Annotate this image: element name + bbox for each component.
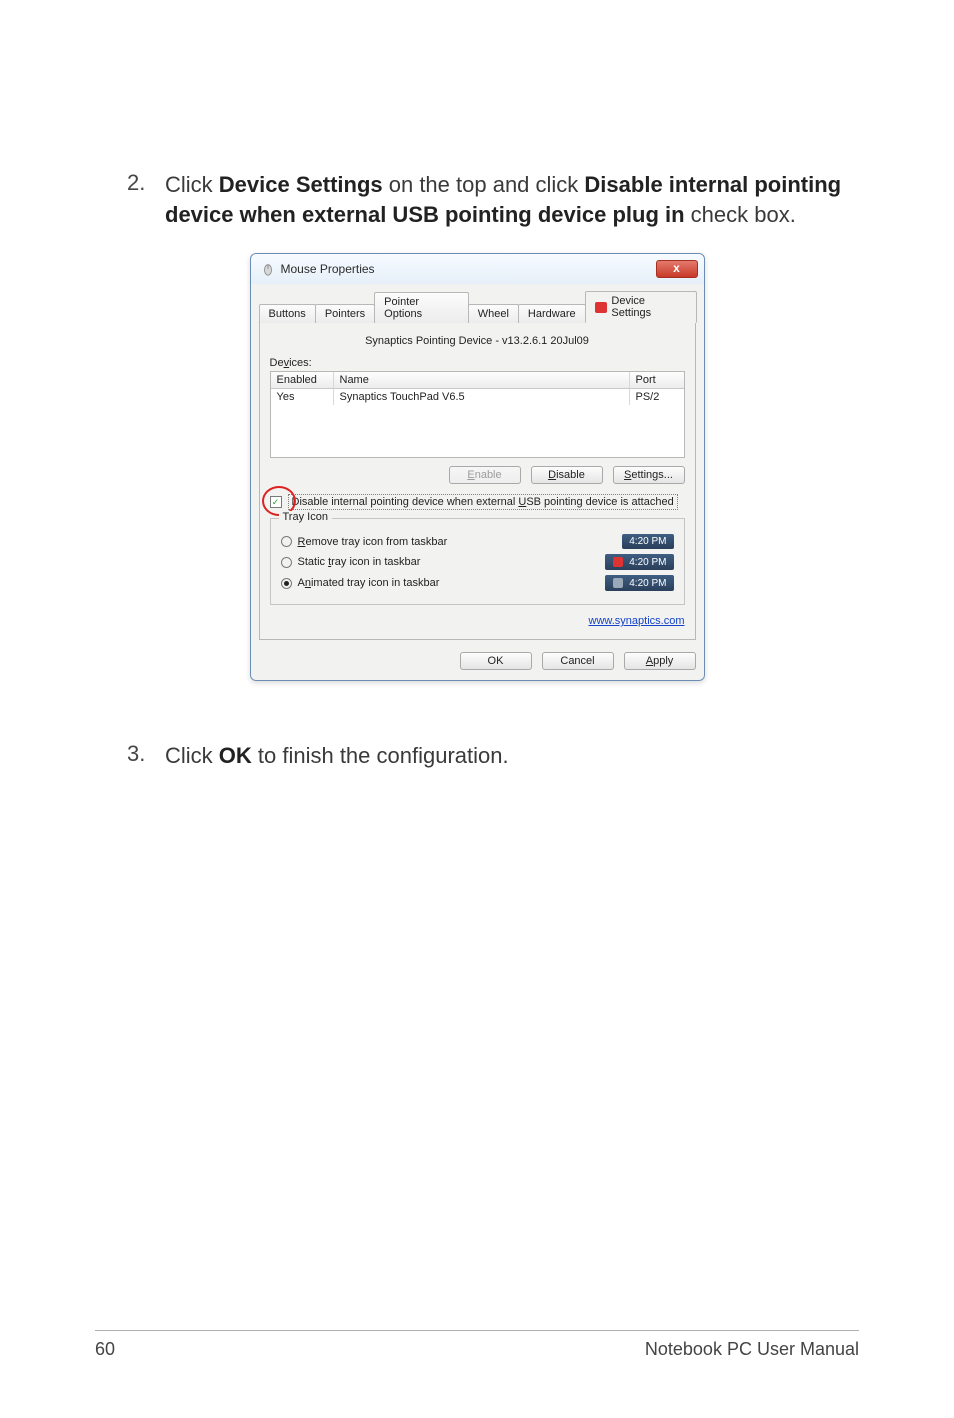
tab-content: Synaptics Pointing Device - v13.2.6.1 20…: [259, 323, 696, 640]
tab-pointer-options[interactable]: Pointer Options: [374, 292, 469, 323]
devices-table: Enabled Name Port Yes Synaptics TouchPad…: [270, 371, 685, 458]
disable-internal-checkbox-row[interactable]: ✓ Disable internal pointing device when …: [270, 494, 685, 510]
dialog-title: Mouse Properties: [281, 262, 375, 276]
synaptics-link[interactable]: www.synaptics.com: [589, 615, 685, 627]
page-number: 60: [95, 1339, 115, 1360]
step-2-number: 2.: [95, 170, 165, 229]
settings-button[interactable]: Settings...: [613, 466, 685, 484]
col-enabled: Enabled: [271, 372, 333, 389]
tab-device-settings-label: Device Settings: [611, 295, 686, 319]
step-2-pre1: Click: [165, 172, 219, 197]
tray-time-3: 4:20 PM: [629, 578, 666, 589]
cancel-button[interactable]: Cancel: [542, 652, 614, 670]
mouse-icon: [261, 262, 275, 276]
radio-remove-tray-input[interactable]: [281, 536, 292, 547]
step-3-bold1: OK: [219, 743, 252, 768]
col-name: Name: [333, 372, 629, 389]
tab-buttons[interactable]: Buttons: [259, 304, 316, 323]
tab-hardware[interactable]: Hardware: [518, 304, 586, 323]
disable-internal-checkbox-label: Disable internal pointing device when ex…: [288, 494, 678, 510]
tray-preview-static: 4:20 PM: [605, 554, 673, 570]
tray-icon-group: Tray Icon Remove tray icon from taskbar …: [270, 518, 685, 605]
step-3: 3. Click OK to finish the configuration.: [95, 741, 859, 771]
device-row[interactable]: Yes Synaptics TouchPad V6.5 PS/2: [271, 389, 684, 405]
tray-static-icon: [612, 556, 624, 568]
tray-animated-icon: [612, 577, 624, 589]
radio-animated-tray-input[interactable]: [281, 578, 292, 589]
devices-empty-space: [271, 405, 684, 457]
page-footer: 60 Notebook PC User Manual: [95, 1330, 859, 1360]
tray-preview-animated: 4:20 PM: [605, 575, 673, 591]
screenshot: Mouse Properties x Buttons Pointers Poin…: [95, 253, 859, 681]
ok-button[interactable]: OK: [460, 652, 532, 670]
tab-device-settings[interactable]: Device Settings: [585, 291, 697, 323]
step-3-number: 3.: [95, 741, 165, 771]
manual-title: Notebook PC User Manual: [645, 1339, 859, 1360]
tab-pointers[interactable]: Pointers: [315, 304, 375, 323]
cell-port: PS/2: [629, 389, 684, 405]
tab-wheel[interactable]: Wheel: [468, 304, 519, 323]
radio-static-tray-label: Static tray icon in taskbar: [298, 556, 421, 568]
driver-version: Synaptics Pointing Device - v13.2.6.1 20…: [270, 335, 685, 347]
mouse-properties-dialog: Mouse Properties x Buttons Pointers Poin…: [250, 253, 705, 681]
step-2: 2. Click Device Settings on the top and …: [95, 170, 859, 229]
radio-remove-tray-label: Remove tray icon from taskbar: [298, 536, 448, 548]
step-2-text: Click Device Settings on the top and cli…: [165, 170, 859, 229]
devices-label: Devices:: [270, 357, 685, 369]
radio-static-tray-input[interactable]: [281, 557, 292, 568]
synaptics-icon: [595, 302, 608, 313]
radio-static-tray[interactable]: Static tray icon in taskbar: [281, 556, 421, 568]
titlebar: Mouse Properties x: [251, 254, 704, 284]
step-2-post1: check box.: [685, 202, 796, 227]
tray-time-1: 4:20 PM: [629, 536, 666, 547]
step-2-bold1: Device Settings: [219, 172, 383, 197]
radio-remove-tray[interactable]: Remove tray icon from taskbar: [281, 536, 448, 548]
tray-icon-legend: Tray Icon: [279, 511, 332, 523]
cell-enabled: Yes: [271, 389, 333, 405]
tray-preview-remove: 4:20 PM: [622, 534, 673, 549]
devices-header-row: Enabled Name Port: [271, 372, 684, 389]
apply-button[interactable]: Apply: [624, 652, 696, 670]
step-3-pre1: Click: [165, 743, 219, 768]
enable-button: Enable: [449, 466, 521, 484]
tabs: Buttons Pointers Pointer Options Wheel H…: [259, 290, 696, 323]
step-3-post1: to finish the configuration.: [252, 743, 509, 768]
radio-animated-tray[interactable]: Animated tray icon in taskbar: [281, 577, 440, 589]
disable-button[interactable]: Disable: [531, 466, 603, 484]
radio-animated-tray-label: Animated tray icon in taskbar: [298, 577, 440, 589]
cell-name: Synaptics TouchPad V6.5: [333, 389, 629, 405]
col-port: Port: [629, 372, 684, 389]
step-3-text: Click OK to finish the configuration.: [165, 741, 859, 771]
step-2-mid1: on the top and click: [383, 172, 585, 197]
close-button[interactable]: x: [656, 260, 698, 278]
tray-time-2: 4:20 PM: [629, 557, 666, 568]
